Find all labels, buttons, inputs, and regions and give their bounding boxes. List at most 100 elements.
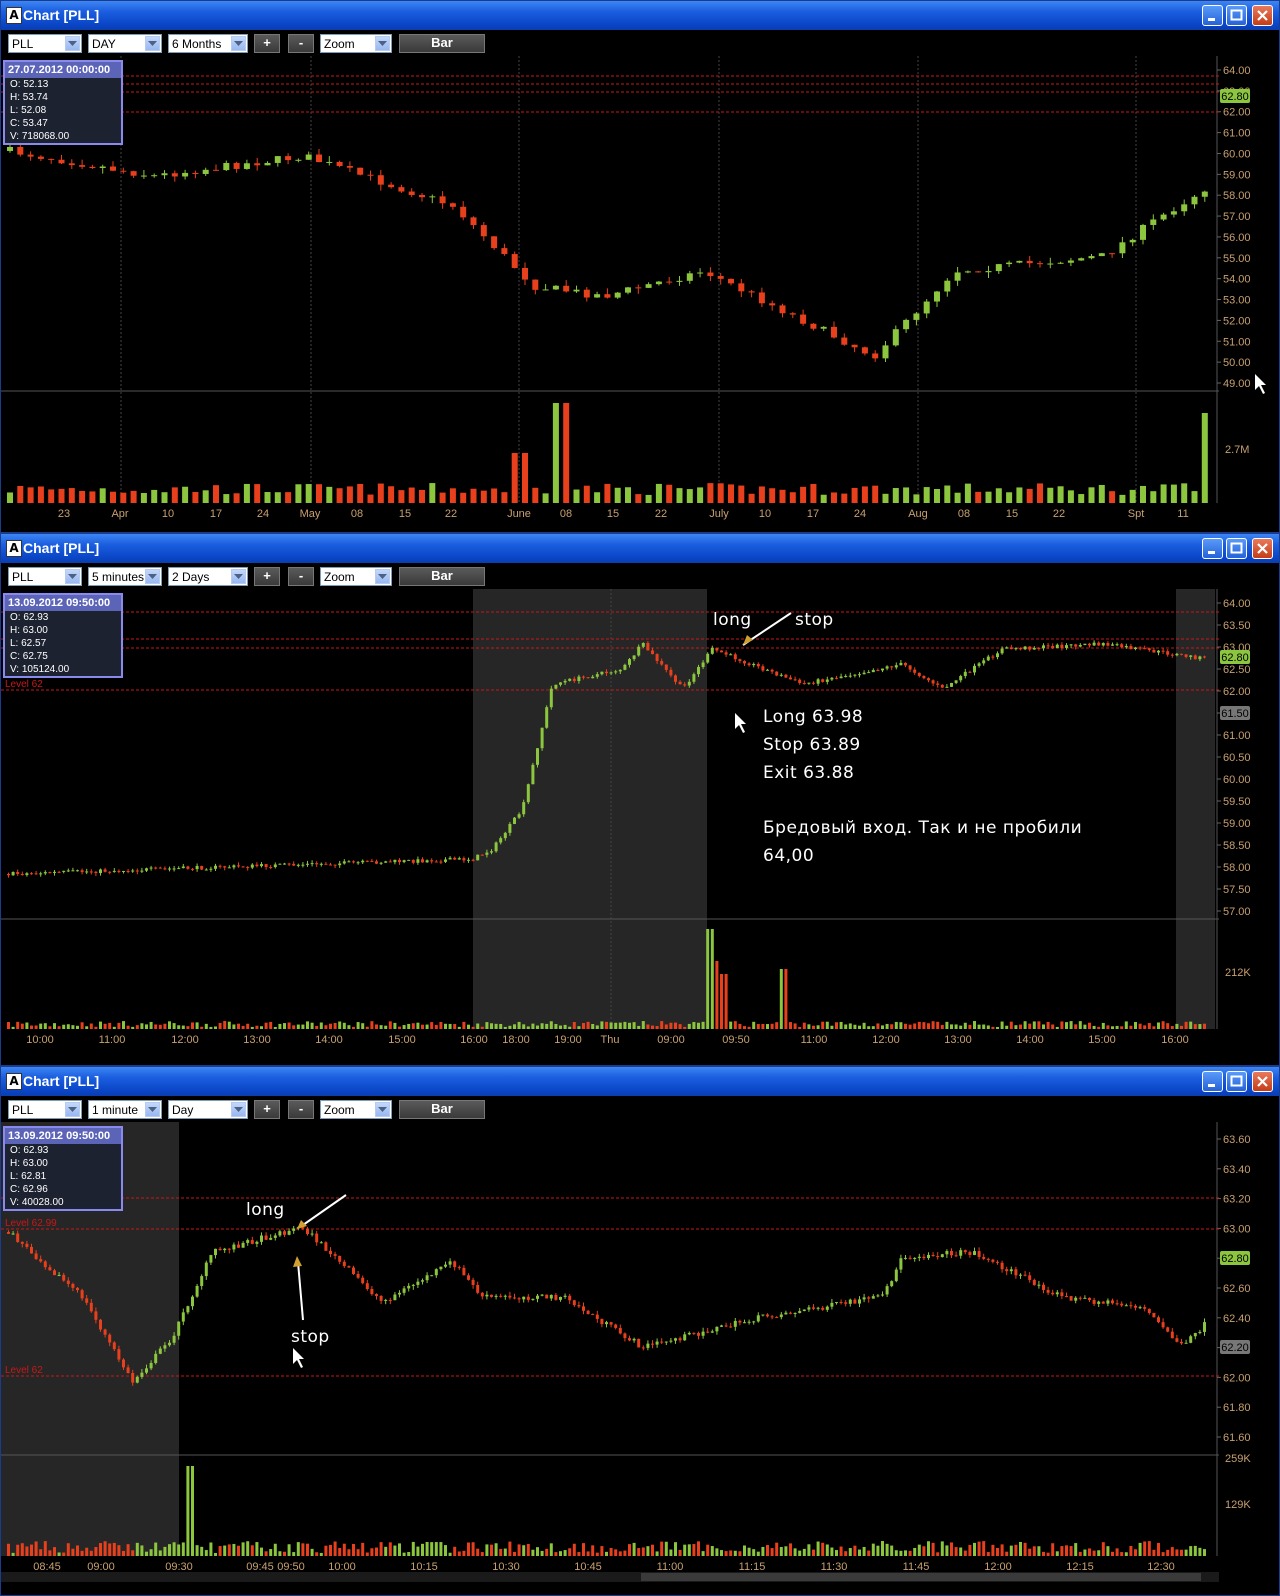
volume-bar (154, 1024, 158, 1029)
volume-bar (421, 1543, 424, 1556)
volume-bar (338, 1021, 342, 1029)
volume-bar (110, 491, 116, 503)
chart-style-button[interactable]: Bar (399, 1100, 485, 1119)
minimize-button[interactable] (1202, 5, 1223, 26)
maximize-button[interactable] (1226, 1071, 1247, 1092)
zoom-out-button[interactable]: - (288, 1100, 314, 1119)
candle-body (491, 236, 498, 249)
candle-body (16, 872, 20, 875)
candle-body (609, 1322, 613, 1325)
candle-body (356, 1274, 360, 1278)
candle-body (342, 1261, 346, 1267)
zoom-out-button[interactable]: - (288, 567, 314, 586)
range-select[interactable]: 2 Days (168, 567, 248, 586)
interval-select[interactable]: 5 minutes (88, 567, 162, 586)
volume-bar (402, 1025, 406, 1029)
zoom-select[interactable]: Zoom (320, 34, 392, 53)
candle-body (692, 1332, 696, 1334)
candle-body (68, 163, 75, 166)
info-open: O: 62.93 (10, 612, 49, 623)
candle-body (572, 678, 576, 681)
candle-body (333, 1254, 337, 1256)
x-tick-label: 08 (958, 508, 970, 520)
candle-body (1069, 1296, 1073, 1301)
candle-body (1074, 1297, 1078, 1301)
maximize-button[interactable] (1226, 5, 1247, 26)
volume-bar (1097, 1550, 1101, 1556)
close-button[interactable] (1252, 1071, 1273, 1092)
candle-body (724, 652, 728, 655)
x-tick-label: May (300, 508, 321, 520)
close-button[interactable] (1252, 5, 1273, 26)
zoom-select[interactable]: Zoom (320, 567, 392, 586)
volume-bar (273, 1543, 277, 1556)
symbol-select[interactable]: PLL (8, 34, 82, 53)
volume-bar (494, 1023, 498, 1029)
candle-body (1083, 1297, 1087, 1299)
volume-bar (181, 1025, 185, 1029)
volume-bar (851, 487, 858, 503)
candle-body (377, 175, 384, 185)
title-bar[interactable]: A Chart [PLL] (1, 1067, 1279, 1096)
candle-body (241, 866, 245, 868)
interval-select[interactable]: DAY (88, 34, 162, 53)
candle-body (839, 1302, 843, 1304)
price-volume-chart[interactable]: 64.0063.5063.0062.5062.0061.5061.0060.50… (1, 589, 1279, 1065)
interval-select[interactable]: 1 minute (88, 1100, 162, 1119)
volume-bar (954, 492, 961, 503)
minimize-button[interactable] (1202, 1071, 1223, 1092)
volume-bar (398, 490, 405, 503)
price-volume-chart[interactable]: 64.0063.0062.0061.0060.0059.0058.0057.00… (1, 56, 1279, 532)
x-tick-label: 12:00 (872, 1034, 900, 1046)
volume-bar (57, 1026, 61, 1029)
candle-body (686, 273, 693, 281)
candle-body (89, 166, 96, 169)
candle-body (457, 858, 461, 860)
zoom-select[interactable]: Zoom (320, 1100, 392, 1119)
volume-bar (53, 1547, 56, 1556)
title-bar[interactable]: A Chart [PLL] (1, 534, 1279, 563)
volume-bar (858, 1549, 861, 1556)
candle-body (1115, 1303, 1119, 1305)
volume-bar (177, 1544, 181, 1556)
y-tick-label: 63.00 (1223, 1223, 1251, 1235)
zoom-in-button[interactable]: + (254, 34, 280, 53)
symbol-select[interactable]: PLL (8, 1100, 82, 1119)
symbol-select[interactable]: PLL (8, 567, 82, 586)
volume-bar (444, 1023, 447, 1029)
x-tick-label: 15 (607, 508, 619, 520)
candle-body (835, 677, 838, 679)
chart-style-button[interactable]: Bar (399, 34, 485, 53)
y-tick-label: 59.00 (1223, 818, 1251, 830)
volume-bar (743, 1026, 746, 1029)
candle-body (717, 276, 724, 279)
range-select[interactable]: Day (168, 1100, 248, 1119)
title-bar[interactable]: A Chart [PLL] (1, 1, 1279, 30)
candle-body (1000, 1262, 1004, 1270)
volume-bar (1074, 1543, 1078, 1556)
zoom-in-button[interactable]: + (254, 567, 280, 586)
volume-bar (848, 1548, 852, 1556)
volume-bar (881, 1025, 884, 1029)
maximize-button[interactable] (1226, 538, 1247, 559)
x-tick-label: 22 (655, 508, 667, 520)
range-select[interactable]: 6 Months (168, 34, 248, 53)
candle-body (246, 1240, 250, 1243)
zoom-in-button[interactable]: + (254, 1100, 280, 1119)
chart-style-button[interactable]: Bar (399, 567, 485, 586)
candle-body (563, 680, 567, 683)
stop-annotation: stop (291, 1327, 330, 1347)
volume-bar (306, 1543, 309, 1556)
minimize-button[interactable] (1202, 538, 1223, 559)
volume-bar (660, 1021, 664, 1029)
candle-body (283, 1231, 286, 1235)
volume-bar (375, 1547, 378, 1556)
candle-body (37, 156, 44, 159)
dropdown-arrow-icon (375, 1102, 390, 1117)
close-button[interactable] (1252, 538, 1273, 559)
volume-bar (1120, 1552, 1124, 1556)
price-volume-chart[interactable]: 63.6063.4063.2063.0062.8062.6062.4062.20… (1, 1122, 1279, 1595)
volume-bar (1055, 1551, 1059, 1556)
volume-bar (195, 1545, 199, 1556)
zoom-out-button[interactable]: - (288, 34, 314, 53)
